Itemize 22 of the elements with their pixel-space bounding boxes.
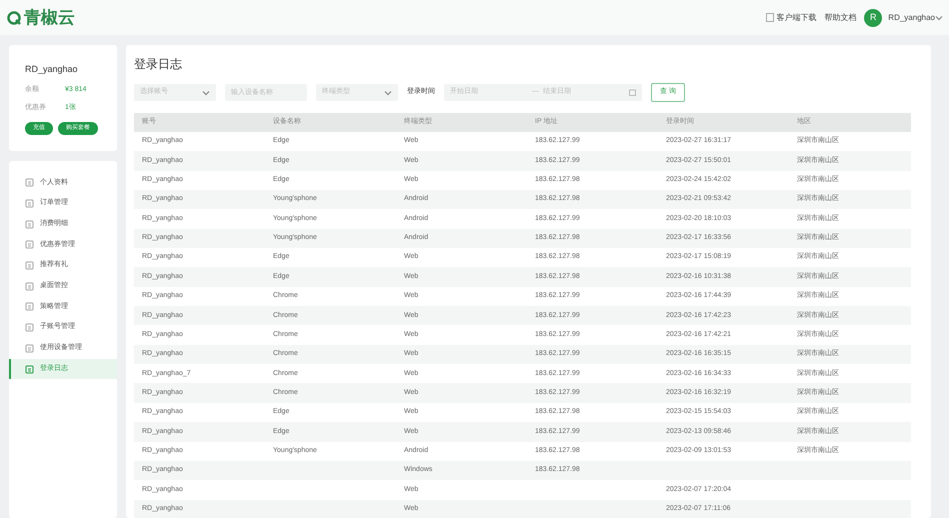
menu-item-icon — [25, 178, 34, 188]
menu-item-icon — [25, 302, 34, 312]
menu-item-icon — [25, 261, 34, 270]
document-icon — [766, 13, 774, 22]
menu-item-icon — [25, 240, 34, 250]
calendar-icon — [629, 89, 636, 96]
menu-item-icon — [25, 323, 34, 332]
logo-text: 青椒云 — [24, 6, 75, 29]
menu-item-icon — [25, 364, 34, 374]
user-name[interactable]: RD_yanghao — [888, 12, 935, 24]
caret-icon — [384, 88, 392, 96]
caret-icon — [935, 14, 943, 22]
header-link[interactable]: 帮助文档 — [824, 12, 856, 24]
menu-item-icon — [25, 199, 34, 208]
menu-item-icon — [25, 282, 34, 291]
menu-item-icon — [25, 220, 34, 229]
logo-icon — [6, 10, 22, 26]
caret-icon — [202, 88, 210, 96]
header-link[interactable]: 客户端下载 — [776, 12, 816, 24]
menu-item-icon — [25, 344, 34, 353]
page-title: 登录日志 — [134, 56, 183, 73]
account-name: RD_yanghao — [25, 63, 79, 76]
